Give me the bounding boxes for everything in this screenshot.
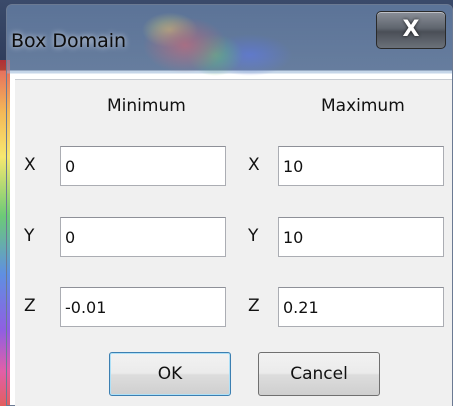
min-z-label: Z	[24, 296, 36, 316]
max-x-field[interactable]	[278, 146, 444, 186]
close-button[interactable]: X	[376, 11, 446, 49]
screen: Box Domain X Minimum Maximum X X Y Y Z Z	[0, 0, 453, 406]
max-x-label: X	[248, 155, 260, 175]
max-z-field[interactable]	[278, 287, 444, 327]
cancel-button[interactable]: Cancel	[258, 352, 380, 396]
min-y-field[interactable]	[60, 217, 226, 257]
max-y-label: Y	[248, 226, 259, 246]
titlebar[interactable]: Box Domain X	[7, 5, 452, 75]
min-y-label: Y	[24, 226, 35, 246]
min-x-label: X	[24, 155, 36, 175]
box-domain-dialog: Box Domain X Minimum Maximum X X Y Y Z Z	[6, 4, 453, 406]
window-title: Box Domain	[11, 30, 127, 52]
max-z-label: Z	[248, 296, 260, 316]
min-z-field[interactable]	[60, 287, 226, 327]
close-icon: X	[402, 17, 420, 42]
dialog-body: Minimum Maximum X X Y Y Z Z OK Cancel	[15, 79, 452, 406]
ok-button[interactable]: OK	[109, 352, 231, 396]
max-y-field[interactable]	[278, 217, 444, 257]
maximum-header: Maximum	[321, 96, 405, 116]
minimum-header: Minimum	[107, 96, 186, 116]
min-x-field[interactable]	[60, 146, 226, 186]
